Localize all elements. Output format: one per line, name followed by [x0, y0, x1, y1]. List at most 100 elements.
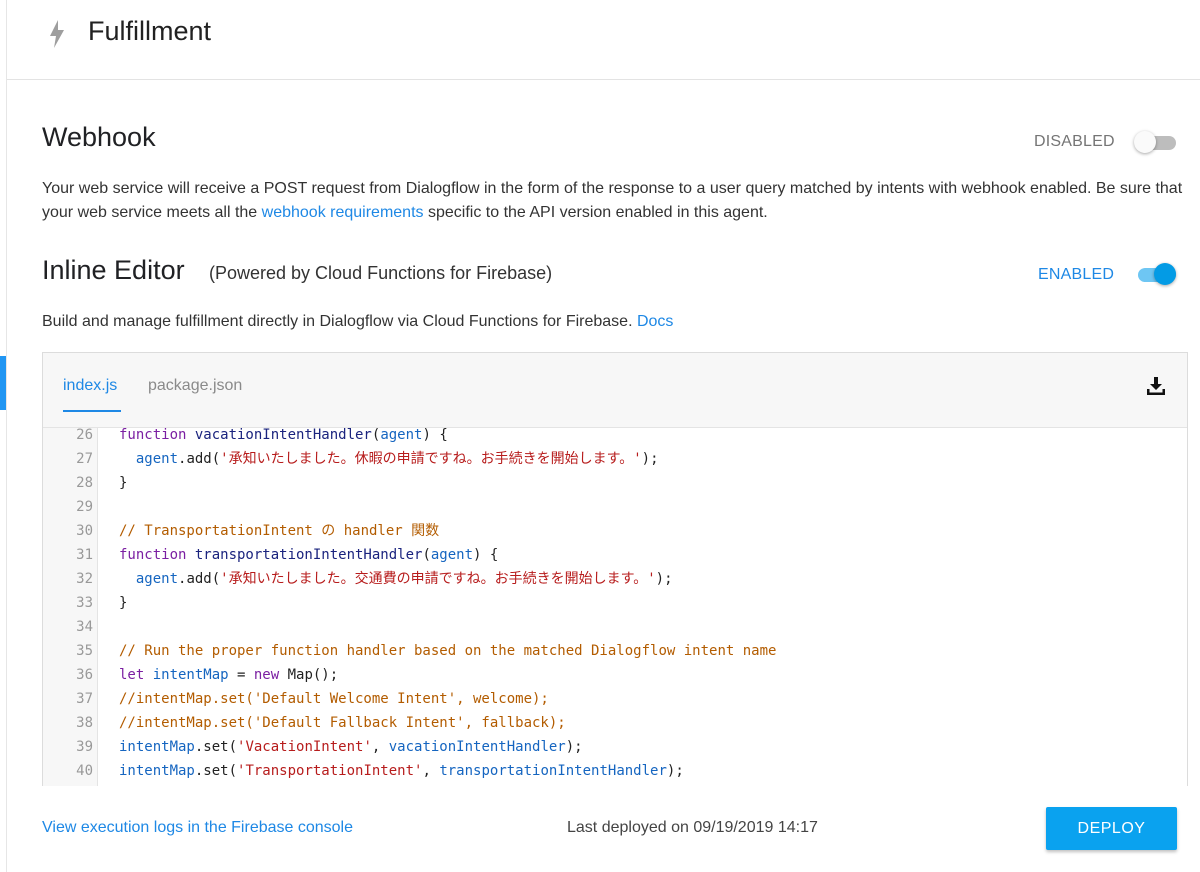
code-token: , — [371, 739, 389, 755]
code-token: Map(); — [287, 667, 339, 683]
line-number: 35 — [76, 643, 93, 659]
code-text: intentMap.set('TransportationIntent', tr… — [119, 759, 684, 783]
tab-package-json[interactable]: package.json — [148, 377, 242, 395]
code-token: agent — [430, 547, 474, 563]
code-editor: index.js package.json 26 function vacatio… — [42, 352, 1188, 786]
code-text: //intentMap.set('Default Welcome Intent'… — [119, 687, 549, 711]
code-line: 36 let intentMap = new Map(); — [43, 663, 1187, 687]
code-text: function transportationIntentHandler(age… — [119, 543, 498, 567]
code-token: let — [119, 667, 153, 683]
editor-tab-bar: index.js package.json — [43, 353, 1187, 428]
code-token: // TransportationIntent の handler 関数 — [119, 523, 440, 539]
code-token: function — [119, 547, 195, 563]
page-header: Fulfillment — [7, 0, 1200, 80]
webhook-toggle-thumb — [1134, 131, 1156, 153]
line-number: 38 — [76, 715, 93, 731]
code-text: // TransportationIntent の handler 関数 — [119, 519, 439, 543]
inline-editor-description: Build and manage fulfillment directly in… — [42, 310, 1187, 334]
code-token: // Run the proper function handler based… — [119, 643, 777, 659]
code-line: 26 function vacationIntentHandler(agent) … — [43, 428, 1187, 447]
webhook-toggle[interactable] — [1134, 130, 1178, 154]
line-number: 27 — [76, 451, 93, 467]
code-token: agent — [135, 571, 179, 587]
code-line: 30 // TransportationIntent の handler 関数 — [43, 519, 1187, 543]
code-line: 33} — [43, 591, 1187, 615]
webhook-description: Your web service will receive a POST req… — [42, 177, 1187, 225]
last-deployed-text: Last deployed on 09/19/2019 14:17 — [567, 819, 818, 836]
code-token: .set( — [194, 763, 238, 779]
code-text: //intentMap.set('Default Fallback Intent… — [119, 711, 566, 735]
code-token: } — [119, 595, 128, 611]
code-token: intentMap — [119, 739, 195, 755]
code-text: agent.add('承知いたしました。休暇の申請ですね。お手続きを開始します。… — [119, 447, 659, 471]
code-token: 'TransportationIntent' — [237, 763, 423, 779]
code-token: '承知いたしました。交通費の申請ですね。お手続きを開始します。' — [220, 571, 656, 587]
code-token: //intentMap.set('Default Fallback Intent… — [119, 715, 566, 731]
code-line: 29 — [43, 495, 1187, 519]
webhook-description-text-2: specific to the API version enabled in t… — [423, 204, 768, 221]
code-text: intentMap.set('VacationIntent', vacation… — [119, 735, 583, 759]
code-token: .set( — [194, 739, 238, 755]
code-area[interactable]: 26 function vacationIntentHandler(agent) … — [43, 428, 1187, 786]
active-indicator — [0, 356, 6, 410]
code-token: intentMap — [119, 763, 195, 779]
line-number: 33 — [76, 595, 93, 611]
line-number: 26 — [76, 428, 93, 443]
inline-editor-description-text: Build and manage fulfillment directly in… — [42, 313, 637, 330]
inline-editor-title: Inline Editor — [42, 255, 185, 285]
code-token: } — [119, 475, 128, 491]
code-token: ); — [641, 451, 659, 467]
code-text: agent.add('承知いたしました。交通費の申請ですね。お手続きを開始します… — [119, 567, 673, 591]
tab-index-js[interactable]: index.js — [63, 377, 117, 395]
code-token: .add( — [178, 451, 221, 467]
code-line: 28} — [43, 471, 1187, 495]
code-token: vacationIntentHandler — [388, 739, 566, 755]
firebase-logs-link[interactable]: View execution logs in the Firebase cons… — [42, 819, 353, 837]
code-token: intentMap — [152, 667, 229, 683]
webhook-title: Webhook — [42, 122, 156, 152]
page-title: Fulfillment — [88, 16, 212, 46]
code-token: .add( — [178, 571, 221, 587]
code-token: ( — [422, 547, 431, 563]
code-token: = — [228, 667, 254, 683]
inline-editor-status-label: ENABLED — [1038, 266, 1115, 283]
docs-link[interactable]: Docs — [637, 313, 673, 330]
code-line: 37 //intentMap.set('Default Welcome Inten… — [43, 687, 1187, 711]
code-line: 40 intentMap.set('TransportationIntent', … — [43, 759, 1187, 783]
line-number: 28 — [76, 475, 93, 491]
line-number: 32 — [76, 571, 93, 587]
line-number: 30 — [76, 523, 93, 539]
code-text: } — [119, 471, 127, 495]
code-token: agent — [380, 428, 423, 443]
line-number: 36 — [76, 667, 93, 683]
inline-editor-subtitle: (Powered by Cloud Functions for Firebase… — [209, 263, 553, 283]
code-line: 39 intentMap.set('VacationIntent', vacati… — [43, 735, 1187, 759]
code-line: 32 agent.add('承知いたしました。交通費の申請ですね。お手続きを開始… — [43, 567, 1187, 591]
code-token: , — [422, 763, 440, 779]
code-token: ) { — [422, 428, 448, 443]
code-text: } — [119, 591, 127, 615]
inline-editor-toggle[interactable] — [1134, 262, 1178, 286]
deploy-button[interactable]: DEPLOY — [1046, 807, 1177, 850]
webhook-requirements-link[interactable]: webhook requirements — [262, 204, 424, 221]
code-line: 38 //intentMap.set('Default Fallback Inte… — [43, 711, 1187, 735]
code-token: 'VacationIntent' — [237, 739, 372, 755]
code-line: 34 — [43, 615, 1187, 639]
line-number: 37 — [76, 691, 93, 707]
line-number: 29 — [76, 499, 93, 515]
code-token: new — [253, 667, 288, 683]
active-tab-underline — [63, 410, 121, 412]
download-icon[interactable] — [1145, 375, 1167, 397]
bolt-icon — [50, 20, 64, 48]
code-token: transportationIntentHandler — [439, 763, 667, 779]
line-number: 40 — [76, 763, 93, 779]
code-token: '承知いたしました。休暇の申請ですね。お手続きを開始します。' — [220, 451, 642, 467]
code-text: let intentMap = new Map(); — [119, 663, 338, 687]
code-token: function — [119, 428, 195, 443]
code-text: function vacationIntentHandler(agent) { — [119, 428, 448, 447]
line-number: 31 — [76, 547, 93, 563]
webhook-status-label: DISABLED — [1034, 133, 1115, 150]
left-border — [6, 0, 7, 872]
